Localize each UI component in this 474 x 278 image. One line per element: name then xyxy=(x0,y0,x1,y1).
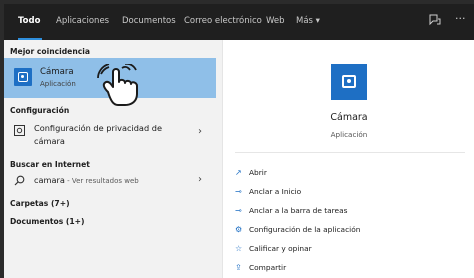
preview-panel: Cámara Aplicación ↗ Abrir ⊸ Anclar a Inici… xyxy=(222,40,474,278)
open-icon: ↗ xyxy=(235,168,242,177)
privacy-settings-line2: cámara xyxy=(34,136,65,146)
pin-icon: ⊸ xyxy=(235,187,242,196)
rate-icon: ☆ xyxy=(235,244,243,253)
action-pin-taskbar[interactable]: ⊸ Anclar a la barra de tareas xyxy=(235,206,347,215)
action-pin-start[interactable]: ⊸ Anclar a Inicio xyxy=(235,187,301,196)
privacy-settings-item[interactable]: Configuración de privacidad de cámara › xyxy=(4,120,210,152)
hand-cursor-icon xyxy=(97,64,138,106)
action-rate[interactable]: ☆ Calificar y opinar xyxy=(235,244,312,253)
search-icon xyxy=(14,175,25,186)
tab-email[interactable]: Correo electrónico xyxy=(184,16,262,26)
folders-category[interactable]: Carpetas (7+) xyxy=(10,199,70,208)
pin-icon: ⊸ xyxy=(235,206,242,215)
tab-documents[interactable]: Documentos xyxy=(122,16,176,26)
preview-app-type: Aplicación xyxy=(330,130,368,139)
best-match-title: Cámara xyxy=(40,67,74,77)
privacy-camera-icon xyxy=(14,125,25,136)
action-share[interactable]: ⇪ Compartir xyxy=(235,263,286,272)
best-match-header: Mejor coincidencia xyxy=(10,47,90,56)
web-search-query: camara - Ver resultados web xyxy=(34,175,139,185)
web-search-item[interactable]: camara - Ver resultados web › xyxy=(4,172,210,190)
search-window: Todo Aplicaciones Documentos Correo elec… xyxy=(4,4,474,278)
preview-app-name: Cámara xyxy=(330,112,368,123)
action-open[interactable]: ↗ Abrir xyxy=(235,168,267,177)
chevron-right-icon[interactable]: › xyxy=(198,174,202,185)
tab-apps[interactable]: Aplicaciones xyxy=(56,16,109,26)
privacy-settings-line1: Configuración de privacidad de xyxy=(34,123,162,133)
best-match-subtitle: Aplicación xyxy=(40,80,76,88)
top-bar: Todo Aplicaciones Documentos Correo elec… xyxy=(4,4,474,40)
app-large-camera-icon xyxy=(331,64,367,100)
gear-icon: ⚙ xyxy=(235,225,243,234)
settings-header: Configuración xyxy=(10,106,70,115)
best-match-item[interactable]: Cámara Aplicación xyxy=(4,58,216,106)
camera-icon xyxy=(14,68,32,86)
tab-all[interactable]: Todo xyxy=(18,16,40,26)
share-icon: ⇪ xyxy=(235,263,242,272)
documents-category[interactable]: Documentos (1+) xyxy=(10,217,85,226)
more-options-icon[interactable]: ··· xyxy=(455,12,466,25)
preview-divider xyxy=(235,152,465,153)
internet-header: Buscar en Internet xyxy=(10,160,90,169)
chevron-right-icon[interactable]: › xyxy=(198,126,202,137)
results-panel: Mejor coincidencia Cámara Aplicación Con… xyxy=(4,40,216,278)
action-app-settings[interactable]: ⚙ Configuración de la aplicación xyxy=(235,225,360,234)
feedback-icon[interactable] xyxy=(428,13,442,27)
tab-web[interactable]: Web xyxy=(266,16,285,26)
tab-more[interactable]: Más ▾ xyxy=(296,16,320,26)
